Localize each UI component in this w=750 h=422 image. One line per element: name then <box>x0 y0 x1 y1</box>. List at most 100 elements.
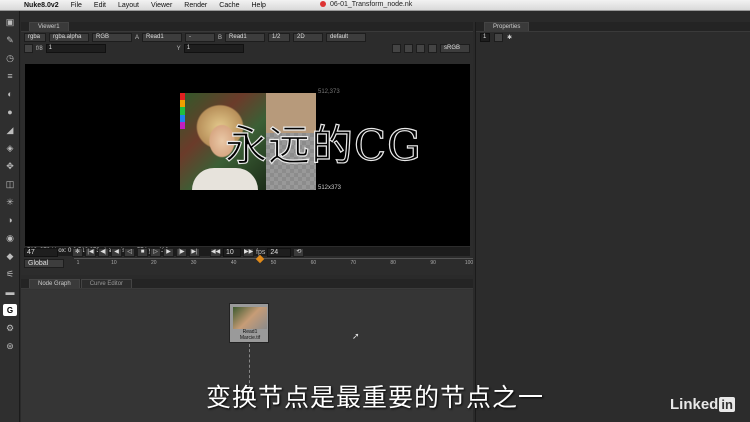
merge-tool-icon[interactable]: ◈ <box>3 142 17 154</box>
tab-viewer1[interactable]: Viewer1 <box>29 22 69 31</box>
view-mode-dropdown[interactable]: 2D <box>293 33 324 42</box>
lock-properties-icon[interactable]: ✱ <box>507 34 512 41</box>
timeline: 47 ✻ |◀ ◀| ◀ ◁ ■ ▷ ▶ |▶ ▶| ◀◀ 10 ▶▶ fps … <box>21 246 473 276</box>
other-tool-icon[interactable]: ⚟ <box>3 268 17 280</box>
color-tool-icon[interactable]: ◐ <box>3 88 17 100</box>
next-keyframe-icon[interactable]: |▶ <box>176 247 187 257</box>
deep-tool-icon[interactable]: ◑ <box>3 214 17 226</box>
tick-label: 40 <box>230 260 237 266</box>
max-panels-field[interactable]: 1 <box>480 33 490 42</box>
alpha-channel-dropdown[interactable]: rgba.alpha <box>49 33 89 42</box>
current-frame-field[interactable]: 47 <box>24 247 58 257</box>
viewer-controls-row2: f/8 1 Y 1 sRGB <box>21 43 473 54</box>
skip-forward-icon[interactable]: ▶▶ <box>243 247 254 257</box>
properties-tabbar: Properties <box>476 22 750 32</box>
input-b-dropdown[interactable]: Read1 <box>225 33 266 42</box>
close-dot-icon[interactable] <box>320 1 326 7</box>
play-forward-icon[interactable]: ▷ <box>150 247 161 257</box>
channels-dropdown[interactable]: rgba <box>24 33 46 42</box>
tab-node-graph[interactable]: Node Graph <box>29 279 80 288</box>
time-tool-icon[interactable]: ◷ <box>3 52 17 64</box>
menu-file[interactable]: File <box>65 2 88 9</box>
document-title: 06-01_Transform_node.nk <box>320 1 412 8</box>
menu-app[interactable]: Nuke8.0v2 <box>18 2 65 9</box>
prev-keyframe-icon[interactable]: ◀| <box>98 247 109 257</box>
last-frame-icon[interactable]: ▶| <box>189 247 200 257</box>
transform-tool-icon[interactable]: ✥ <box>3 160 17 172</box>
fps-field[interactable]: 24 <box>267 247 292 257</box>
3d-tool-icon[interactable]: ◫ <box>3 178 17 190</box>
tick-label: 60 <box>310 260 317 266</box>
colorspace-dropdown[interactable]: RGB <box>92 33 132 42</box>
lut-dropdown[interactable]: default <box>326 33 367 42</box>
furnace-tool-icon[interactable]: ▬ <box>3 286 17 298</box>
menu-render[interactable]: Render <box>178 2 213 9</box>
node-graph-tabbar: Node Graph Curve Editor <box>21 279 473 289</box>
menu-edit[interactable]: Edit <box>88 2 112 9</box>
input-b-label: B <box>218 34 223 41</box>
frame-ruler[interactable]: 1 10 20 30 40 50 60 70 80 90 100 <box>74 254 473 270</box>
skip-back-icon[interactable]: ◀◀ <box>210 247 221 257</box>
tick-label: 30 <box>190 260 197 266</box>
prev-frame-icon[interactable]: ◀ <box>111 247 122 257</box>
plugin-tool-icon[interactable]: ⚙ <box>3 322 17 334</box>
read-node[interactable]: Read1 Marcie.tif <box>229 303 269 343</box>
subtitle: 变换节点是最重要的节点之一 <box>205 383 544 412</box>
next-frame-icon[interactable]: ▶ <box>163 247 174 257</box>
draw-tool-icon[interactable]: ✎ <box>3 34 17 46</box>
first-frame-icon[interactable]: |◀ <box>85 247 96 257</box>
particles-tool-icon[interactable]: ✳ <box>3 196 17 208</box>
menubar: Nuke8.0v2 File Edit Layout Viewer Render… <box>0 0 750 11</box>
metadata-tool-icon[interactable]: ◆ <box>3 250 17 262</box>
format-bottom-right-label: 512x373 <box>318 185 342 191</box>
filter-tool-icon[interactable]: ● <box>3 106 17 118</box>
tick-label: 10 <box>111 260 117 266</box>
playback-controls: 47 ✻ |◀ ◀| ◀ ◁ ■ ▷ ▶ |▶ ▶| ◀◀ 10 ▶▶ fps … <box>21 246 473 258</box>
display-lut-dropdown[interactable]: sRGB <box>440 44 470 53</box>
tick-label: 50 <box>270 260 277 266</box>
channel-tool-icon[interactable]: ≡ <box>3 70 17 82</box>
views-tool-icon[interactable]: ◉ <box>3 232 17 244</box>
image-tool-icon[interactable]: ▣ <box>3 16 17 28</box>
range-dropdown[interactable]: Global <box>24 259 64 268</box>
node-toolbar: ▣ ✎ ◷ ≡ ◐ ● ◢ ◈ ✥ ◫ ✳ ◑ ◉ ◆ ⚟ ▬ G ⚙ ⊛ <box>0 11 20 422</box>
pause-icon[interactable] <box>428 44 437 53</box>
stop-icon[interactable]: ■ <box>137 247 148 257</box>
tick-label: 20 <box>151 260 157 266</box>
menu-viewer[interactable]: Viewer <box>145 2 178 9</box>
roi-icon[interactable] <box>392 44 401 53</box>
gamma-label: Y <box>176 45 181 52</box>
play-backward-icon[interactable]: ◁ <box>124 247 135 257</box>
tab-properties[interactable]: Properties <box>484 22 530 31</box>
properties-controls: 1 ✱ <box>476 32 750 43</box>
settings-icon[interactable]: ✻ <box>72 247 83 257</box>
read-node-file: Marcie.tif <box>239 335 261 341</box>
clipping-warning-icon[interactable] <box>404 44 413 53</box>
fstop-label: f/8 <box>36 45 43 52</box>
frame-range-row: Global 1 10 20 30 40 50 60 70 80 90 100 <box>21 254 473 270</box>
menu-help[interactable]: Help <box>246 2 272 9</box>
format-top-right-label: 512,373 <box>318 89 340 95</box>
nuke-logo-icon[interactable]: ⊛ <box>3 340 17 352</box>
increment-field[interactable]: 10 <box>223 247 241 257</box>
downrez-dropdown[interactable]: 1/2 <box>268 33 291 42</box>
tick-label: 1 <box>76 260 80 266</box>
gamma-field[interactable]: 1 <box>183 44 244 53</box>
refresh-icon[interactable] <box>416 44 425 53</box>
clear-panels-icon[interactable] <box>494 33 503 42</box>
gain-field[interactable]: 1 <box>45 44 106 53</box>
input-a-label: A <box>135 34 140 41</box>
color-swatches <box>180 93 185 130</box>
loop-icon[interactable]: ⟲ <box>293 247 305 257</box>
tab-curve-editor[interactable]: Curve Editor <box>80 279 133 288</box>
lock-icon[interactable] <box>24 44 33 53</box>
keyer-tool-icon[interactable]: ◢ <box>3 124 17 136</box>
tick-label: 80 <box>390 260 396 266</box>
menu-layout[interactable]: Layout <box>112 2 145 9</box>
input-a-dropdown[interactable]: Read1 <box>142 33 183 42</box>
gizmo-tool-icon[interactable]: G <box>3 304 17 316</box>
tick-label: 90 <box>430 260 436 266</box>
compare-mode-dropdown[interactable]: - <box>185 33 216 42</box>
watermark: 永远的CG <box>224 120 422 170</box>
menu-cache[interactable]: Cache <box>213 2 245 9</box>
